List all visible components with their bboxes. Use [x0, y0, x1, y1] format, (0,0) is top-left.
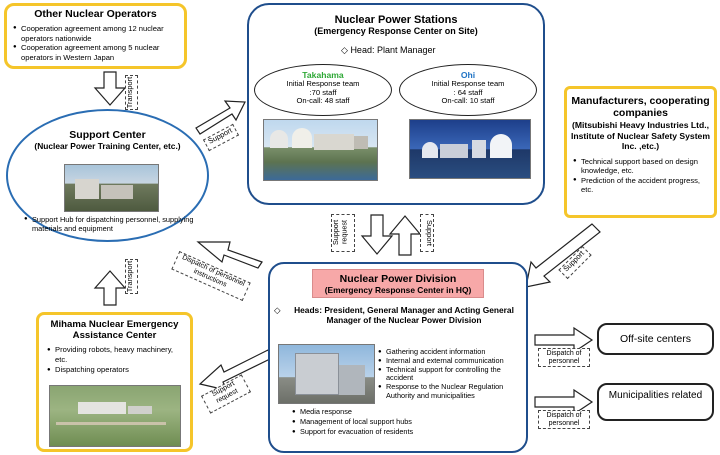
list-item: Providing robots, heavy machinery, etc. [47, 345, 184, 365]
stations-title: Nuclear Power Stations [334, 14, 458, 26]
mihama-box: Mihama Nuclear Emergency Assistance Cent… [36, 312, 193, 452]
division-box: Nuclear Power Division (Emergency Respon… [268, 262, 528, 453]
list-item: Support for evacuation of residents [292, 427, 492, 437]
dispatch-municipal-label: Dispatch of personnel [538, 410, 590, 429]
manufacturers-title: Manufacturers, cooperating companies [571, 95, 710, 119]
division-title-banner: Nuclear Power Division (Emergency Respon… [312, 269, 484, 298]
ohi-photo [409, 119, 531, 179]
arrow-mihama-to-support [93, 270, 127, 306]
list-item: Cooperation agreement among 5 nuclear op… [13, 43, 178, 62]
support-center-title: Support Center [69, 129, 146, 141]
other-operators-box: Other Nuclear Operators Cooperation agre… [4, 3, 187, 69]
division-photo [278, 344, 375, 404]
list-item: Technical support based on design knowle… [573, 157, 708, 176]
diamond-icon: ◇ [274, 305, 281, 315]
stations-box: Nuclear Power Stations (Emergency Respon… [247, 3, 545, 205]
arrow-division-to-stations [360, 214, 394, 255]
support-center-ellipse: Support Center (Nuclear Power Training C… [6, 109, 209, 242]
other-operators-bullets: Cooperation agreement among 12 nuclear o… [13, 24, 178, 62]
stations-head-text: Head: Plant Manager [350, 45, 436, 55]
list-item: Support Hub for dispatching personnel, s… [24, 215, 194, 233]
list-item: Media response [292, 407, 492, 417]
stations-head: ◇ Head: Plant Manager [341, 45, 436, 56]
list-item: Prediction of the accident progress, etc… [573, 176, 708, 195]
list-item: Response to the Nuclear Regulation Autho… [378, 382, 528, 401]
mihama-photo [49, 385, 181, 447]
takahama-photo [263, 119, 378, 181]
takahama-line3: On-call: 48 staff [296, 96, 350, 106]
transport-label-bottom: Transport [125, 259, 138, 294]
municipalities-box: Municipalities related [597, 383, 714, 421]
municipalities-label: Municipalities related [608, 390, 703, 401]
division-bottom-bullets: Media response Management of local suppo… [292, 407, 492, 437]
list-item: Cooperation agreement among 12 nuclear o… [13, 24, 178, 43]
stations-subtitle: (Emergency Response Center on Site) [314, 26, 478, 36]
division-heads: ◇ Heads: President, General Manager and … [274, 305, 522, 325]
mihama-title: Mihama Nuclear Emergency Assistance Cent… [50, 319, 179, 341]
support-center-bullets: Support Hub for dispatching personnel, s… [24, 215, 194, 233]
support-center-photo [64, 164, 159, 212]
dispatch-offsite-label: Dispatch of personnel [538, 348, 590, 367]
division-right-bullets: Gathering accident information Internal … [378, 347, 528, 401]
division-title: Nuclear Power Division [339, 273, 457, 285]
transport-label-top: Transport [125, 75, 138, 110]
other-operators-title: Other Nuclear Operators [34, 8, 157, 20]
takahama-ellipse: Takahama Initial Response team :70 staff… [254, 64, 392, 116]
ohi-ellipse: Ohi Initial Response team : 64 staff On-… [399, 64, 537, 116]
list-item: Dispatching operators [47, 365, 184, 375]
offsite-centers-box: Off-site centers [597, 323, 714, 355]
list-item: Technical support for controlling the ac… [378, 365, 528, 384]
division-subtitle: (Emergency Response Center in HQ) [324, 285, 472, 295]
offsite-centers-label: Off-site centers [620, 333, 691, 345]
mihama-bullets: Providing robots, heavy machinery, etc. … [47, 345, 184, 375]
manufacturers-subtitle: (Mitsubishi Heavy Industries Ltd., Insti… [571, 120, 710, 151]
arrow-stations-to-division [388, 215, 422, 256]
support-center-subtitle: (Nuclear Power Training Center, etc.) [34, 141, 181, 151]
support-request-up-label: Support request [331, 214, 355, 252]
manufacturers-box: Manufacturers, cooperating companies (Mi… [564, 86, 717, 218]
division-heads-text: Heads: President, General Manager and Ac… [294, 305, 514, 325]
diamond-icon: ◇ [341, 45, 348, 55]
arrow-operators-to-support [93, 71, 127, 106]
support-down-label: Support [420, 214, 434, 252]
ohi-line3: On-call: 10 staff [441, 96, 495, 106]
list-item: Management of local support hubs [292, 417, 492, 427]
manufacturers-bullets: Technical support based on design knowle… [573, 157, 708, 195]
